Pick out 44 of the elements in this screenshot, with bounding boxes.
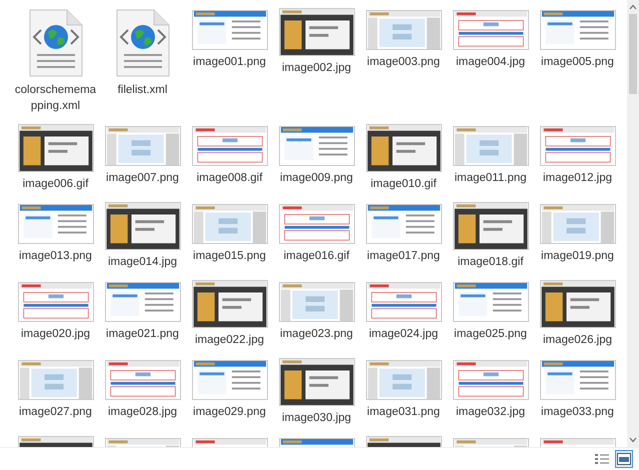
file-name[interactable]: image018.gif bbox=[448, 254, 534, 270]
scroll-down-icon[interactable] bbox=[629, 437, 637, 443]
file-name[interactable]: image019.png bbox=[534, 248, 620, 264]
file-name[interactable]: image004.jpg bbox=[448, 54, 534, 70]
file-name[interactable]: image029.png bbox=[186, 404, 272, 420]
file-name[interactable]: image009.png bbox=[274, 170, 360, 186]
details-view-icon bbox=[595, 453, 609, 465]
file-name[interactable]: image026.jpg bbox=[534, 332, 620, 348]
large-icons-view-icon bbox=[617, 453, 631, 465]
file-name[interactable]: image020.jpg bbox=[12, 326, 98, 342]
file-name[interactable]: image032.jpg bbox=[448, 404, 534, 420]
large-icons-view-button[interactable] bbox=[615, 450, 633, 468]
file-name[interactable]: image023.png bbox=[274, 326, 360, 342]
file-name[interactable]: image016.gif bbox=[274, 248, 360, 264]
file-name[interactable]: image022.jpg bbox=[186, 332, 272, 348]
file-name[interactable]: image005.png bbox=[534, 54, 620, 70]
file-name[interactable]: image001.png bbox=[186, 54, 272, 70]
file-name[interactable]: image021.png bbox=[100, 326, 186, 342]
file-name[interactable]: image033.png bbox=[534, 404, 620, 420]
file-name[interactable]: image008.gif bbox=[186, 170, 272, 186]
file-name[interactable]: image002.jpg bbox=[274, 60, 360, 76]
xml-document-icon bbox=[26, 8, 84, 78]
file-name[interactable]: image003.png bbox=[360, 54, 446, 70]
file-name[interactable]: image010.gif bbox=[360, 176, 446, 192]
file-name[interactable]: image017.png bbox=[360, 248, 446, 264]
file-name[interactable]: image011.png bbox=[448, 170, 534, 186]
file-name[interactable]: image014.jpg bbox=[100, 254, 186, 270]
file-name[interactable]: image025.png bbox=[448, 326, 534, 342]
file-name[interactable]: image012.jpg bbox=[534, 170, 620, 186]
file-name[interactable]: image024.jpg bbox=[360, 326, 446, 342]
xml-document-icon bbox=[114, 8, 172, 78]
scrollbar[interactable] bbox=[627, 0, 639, 447]
file-name[interactable]: image013.png bbox=[12, 248, 98, 264]
file-name[interactable]: image015.png bbox=[186, 248, 272, 264]
file-name[interactable]: image006.gif bbox=[12, 176, 98, 192]
file-name[interactable]: image030.jpg bbox=[274, 410, 360, 426]
file-name[interactable]: image027.png bbox=[12, 404, 98, 420]
file-name[interactable]: colorschememapping.xml bbox=[12, 82, 98, 114]
file-name[interactable]: image028.jpg bbox=[100, 404, 186, 420]
scroll-up-icon[interactable] bbox=[629, 4, 637, 10]
file-name[interactable]: image007.png bbox=[100, 170, 186, 186]
file-name[interactable]: image031.png bbox=[360, 404, 446, 420]
scrollbar-thumb[interactable] bbox=[629, 14, 637, 94]
file-name[interactable]: filelist.xml bbox=[100, 82, 186, 98]
